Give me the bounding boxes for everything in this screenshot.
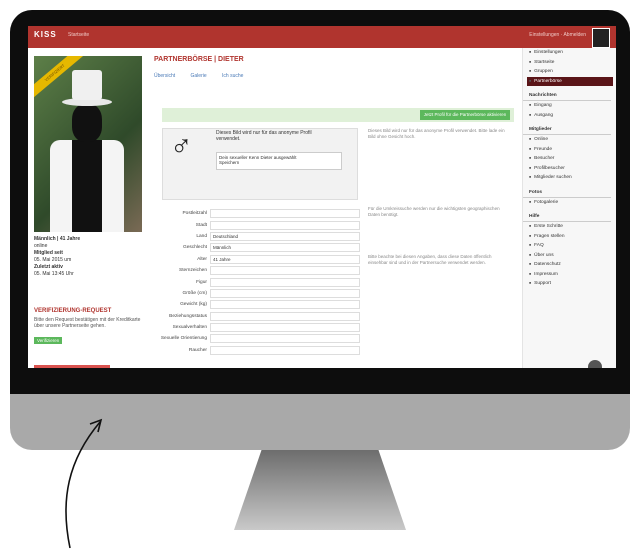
pointer-arrow-icon bbox=[65, 418, 103, 549]
